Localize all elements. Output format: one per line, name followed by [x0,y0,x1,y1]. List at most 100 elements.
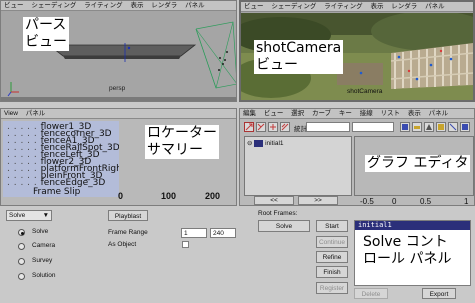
camera-frustum [195,21,236,89]
menu-edit[interactable]: 編集 [243,110,256,117]
radio-survey-label: Survey [32,257,53,264]
menu-curves[interactable]: カーブ [312,110,331,117]
locator-summary-menubar: View パネル [1,109,236,119]
solve-control-panel: Solve ▼ Solve Camera Survey Solution Pla… [0,208,475,303]
locator-summary-panel: View パネル . . . . . flower1_3D . . . . . … [0,108,237,206]
solution-title-bar[interactable]: initial1 [355,221,470,230]
shotcamera-view-callout: shotCamera ビュー [254,40,344,74]
menu-tangents[interactable]: 接線 [360,110,373,117]
register-button[interactable]: Register [316,282,348,294]
menu-renderer[interactable]: レンダラ [151,2,177,9]
graph-tool-icon-d[interactable] [436,122,446,132]
outliner-node-row[interactable]: ⊖ initial1 [247,139,284,148]
playblast-button[interactable]: Playblast [108,210,148,221]
lattice-tool-icon[interactable] [280,122,290,132]
solution-list-box[interactable]: initial1 Solve コント ロール パネル [354,220,471,286]
menu-lighting[interactable]: ライティング [324,3,362,10]
menu-show[interactable]: 表示 [370,3,383,10]
start-button[interactable]: Start [316,220,348,232]
graph-editor-panel: 編集 ビュー 選択 カーブ キー 接線 リスト 表示 パネル 統計 ⊖ init… [239,108,475,206]
stats-field-1[interactable] [306,122,350,132]
menu-renderer[interactable]: レンダラ [391,3,417,10]
menu-select[interactable]: 選択 [291,110,304,117]
menu-shading[interactable]: シェーディング [31,2,76,9]
frame-end-field[interactable]: 240 [210,228,236,238]
radio-solve[interactable] [18,229,25,236]
menu-view[interactable]: View [4,110,18,117]
radio-camera-label: Camera [32,242,56,249]
locator-list[interactable]: . . . . . flower1_3D . . . . . fencecorn… [3,121,142,197]
radio-survey[interactable] [18,258,25,265]
timeline-tick: 200 [205,191,221,201]
locator-summary-callout: ロケーター サマリー [145,125,219,159]
menu-lighting[interactable]: ライティング [84,2,122,9]
chevron-down-icon: ▼ [42,212,49,219]
ground-plane-edge [63,56,181,59]
perspective-viewport[interactable]: ビュー シェーディング ライティング 表示 レンダラ パネル パース ビュー p… [0,0,237,102]
viewport-menubar: ビュー シェーディング ライティング 表示 レンダラ パネル [1,1,236,11]
delete-button[interactable]: Delete [354,288,388,299]
frame-slip-label: Frame Slip [33,187,81,197]
timeline-tick: 100 [161,191,177,201]
radio-solution[interactable] [18,273,25,280]
continue-button[interactable]: Continue [316,236,348,248]
export-button[interactable]: Export [422,288,456,299]
scroll-right-button[interactable]: >> [298,196,338,205]
shotcamera-label: shotCamera [347,88,383,95]
menu-show[interactable]: 表示 [130,2,143,9]
menu-list[interactable]: リスト [381,110,401,117]
menu-view[interactable]: ビュー [4,2,24,9]
menu-view[interactable]: ビュー [264,110,284,117]
move-key-tool-icon[interactable] [244,122,254,132]
graph-tool-icon-c[interactable] [424,122,434,132]
graph-tick: -0.5 [360,197,374,206]
graph-tick: 1 [464,197,469,206]
radio-solution-label: Solution [32,272,56,279]
graph-tool-icon-b[interactable] [412,122,422,132]
stats-field-2[interactable] [352,122,394,132]
menu-panels[interactable]: パネル [425,3,445,10]
menu-shading[interactable]: シェーディング [271,3,316,10]
graph-tool-icon-a[interactable] [400,122,410,132]
graph-tool-icon-e[interactable] [448,122,458,132]
graph-editor-callout: グラフ エディタ [365,155,471,172]
scroll-left-button[interactable]: << [254,196,294,205]
locator-timeline[interactable]: ロケーター サマリー [119,121,236,197]
as-object-checkbox[interactable] [182,241,189,248]
as-object-label: As Object [108,241,137,248]
root-solve-button[interactable]: Solve [258,220,310,232]
graph-tick: 0 [392,197,397,206]
graph-tick: 0.5 [420,197,432,206]
menu-keys[interactable]: キー [339,110,352,117]
radio-solve-label: Solve [32,228,49,235]
graph-tool-icon-f[interactable] [460,122,470,132]
solve-control-panel-callout: Solve コント ロール パネル [361,234,454,268]
graph-editor-curve-area[interactable]: グラフ エディタ [354,136,474,196]
viewport-footer [1,97,236,101]
timeline-tick: 0 [118,191,124,201]
menu-panels[interactable]: パネル [185,2,205,9]
add-key-tool-icon[interactable] [268,122,278,132]
menu-view[interactable]: ビュー [244,3,264,10]
mode-select[interactable]: Solve ▼ [6,210,52,221]
graph-editor-outliner[interactable]: ⊖ initial1 [244,136,352,196]
refine-button[interactable]: Refine [316,251,348,263]
camera-node-icon [254,139,264,147]
node-label: initial1 [265,140,284,147]
frame-range-label: Frame Range [108,229,148,236]
expand-icon[interactable]: ⊖ [247,140,252,147]
menu-panels[interactable]: パネル [26,110,46,117]
graph-editor-menubar: 編集 ビュー 選択 カーブ キー 接線 リスト 表示 パネル [240,109,474,119]
menu-show[interactable]: 表示 [408,110,421,117]
ground-plane [47,44,197,57]
menu-panels[interactable]: パネル [429,110,449,117]
insert-key-tool-icon[interactable] [256,122,266,132]
perspective-view-callout: パース ビュー [23,17,69,51]
radio-camera[interactable] [18,243,25,250]
root-frames-label: Root Frames: [258,210,298,217]
viewport-menubar: ビュー シェーディング ライティング 表示 レンダラ パネル [241,2,473,12]
persp-camera-label: persp [109,85,126,92]
finish-button[interactable]: Finish [316,266,348,278]
frame-start-field[interactable]: 1 [181,228,207,238]
shotcamera-viewport[interactable]: ビュー シェーディング ライティング 表示 レンダラ パネル shotCamer… [239,0,475,102]
